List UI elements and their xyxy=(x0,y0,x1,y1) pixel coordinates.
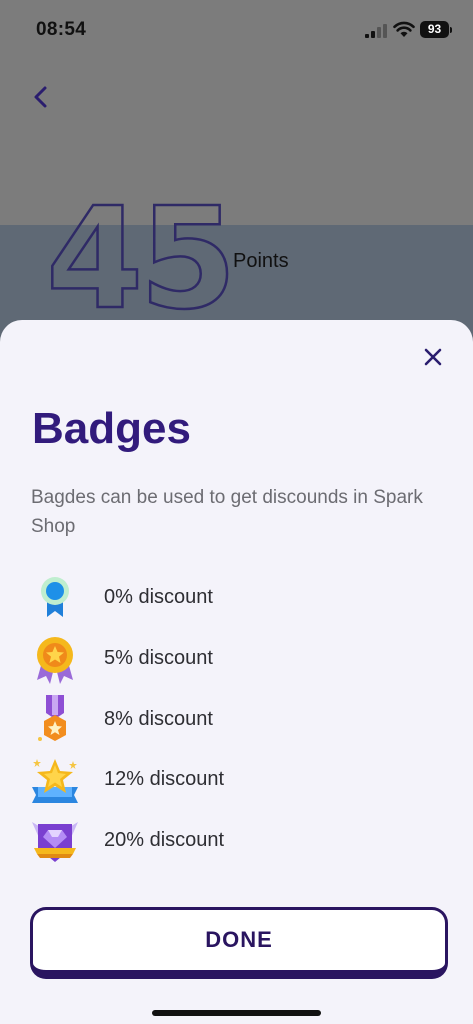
badge-row: 20% discount xyxy=(28,814,428,870)
badge-row: 0% discount xyxy=(28,571,428,627)
gem-shield-icon xyxy=(32,822,78,862)
points-label: Points xyxy=(233,250,289,272)
badge-label: 20% discount xyxy=(104,829,225,851)
badges-sheet: Badges Bagdes can be used to get discoun… xyxy=(0,320,473,1024)
badge-label: 8% discount xyxy=(104,708,213,730)
badge-row: 12% discount xyxy=(28,753,428,809)
badge-label: 12% discount xyxy=(104,768,225,790)
wifi-icon xyxy=(393,21,415,37)
badge-row: 5% discount xyxy=(28,632,428,688)
bronze-medal-icon xyxy=(38,695,66,741)
close-icon[interactable] xyxy=(422,346,444,368)
star-banner-icon xyxy=(32,759,78,803)
sheet-title: Badges xyxy=(32,404,191,453)
status-time: 08:54 xyxy=(36,19,87,40)
badge-label: 0% discount xyxy=(104,586,213,608)
status-bar: 08:54 93 xyxy=(0,0,473,60)
home-indicator xyxy=(152,1010,321,1016)
signal-icon xyxy=(365,24,387,38)
badge-label: 5% discount xyxy=(104,647,213,669)
back-chevron-icon[interactable] xyxy=(28,82,54,112)
sheet-subtitle: Bagdes can be used to get discounds in S… xyxy=(31,487,423,537)
done-button[interactable]: DONE xyxy=(30,907,448,979)
gold-medal-icon xyxy=(37,637,73,684)
ribbon-award-icon xyxy=(41,577,69,617)
battery-tip xyxy=(450,27,452,33)
battery-icon: 93 xyxy=(420,21,449,38)
badge-row: 8% discount xyxy=(28,693,428,749)
points-value: 45 xyxy=(45,178,238,341)
